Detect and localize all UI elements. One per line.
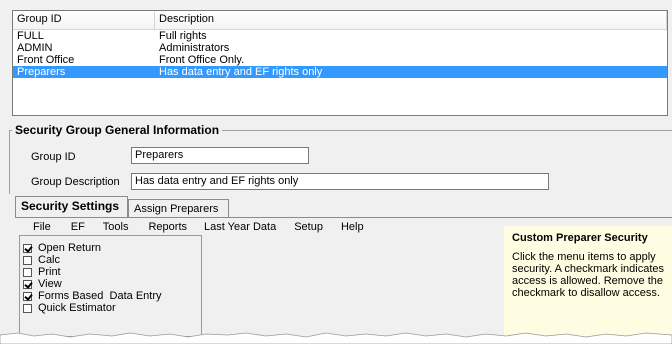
- row-description: Front Office Only.: [159, 54, 245, 66]
- help-text: Click the menu items to apply security. …: [512, 251, 665, 299]
- checkbox-checked-icon[interactable]: [23, 279, 32, 289]
- check-label: Quick Estimator: [38, 302, 116, 314]
- column-header-group-id[interactable]: Group ID: [13, 11, 155, 29]
- security-menu-bar: File EF Tools Reports Last Year Data Set…: [15, 220, 364, 234]
- security-group-list[interactable]: Group ID Description FULL Full rights AD…: [12, 10, 668, 116]
- row-group-id: Preparers: [17, 66, 66, 78]
- check-label: View: [38, 278, 62, 290]
- menu-item-last-year-data[interactable]: Last Year Data: [204, 220, 276, 234]
- menu-item-setup[interactable]: Setup: [294, 220, 323, 234]
- group-description-label: Group Description: [31, 176, 120, 188]
- row-group-id: FULL: [17, 30, 44, 42]
- menu-item-help[interactable]: Help: [341, 220, 364, 234]
- checkbox-checked-icon[interactable]: [23, 291, 32, 301]
- check-label: Forms Based Data Entry: [38, 290, 162, 302]
- row-group-id: ADMIN: [17, 42, 53, 54]
- list-row[interactable]: ADMIN Administrators: [13, 42, 667, 54]
- settings-tab-strip: Security Settings Assign Preparers: [15, 196, 672, 218]
- row-description: Has data entry and EF rights only: [159, 66, 323, 78]
- row-description: Administrators: [159, 42, 230, 54]
- list-header: Group ID Description: [13, 11, 667, 30]
- check-row-print[interactable]: Print: [20, 266, 201, 278]
- menu-item-reports[interactable]: Reports: [148, 220, 187, 234]
- row-description: Full rights: [159, 30, 207, 42]
- security-settings-window: Group ID Description FULL Full rights AD…: [0, 0, 672, 344]
- menu-item-tools[interactable]: Tools: [103, 220, 129, 234]
- group-id-label: Group ID: [31, 151, 76, 163]
- help-panel: Custom Preparer Security Click the menu …: [504, 226, 672, 336]
- permission-checklist: Open Return Calc Print View Forms Based …: [19, 235, 202, 337]
- help-title: Custom Preparer Security: [512, 232, 648, 244]
- group-description-field[interactable]: Has data entry and EF rights only: [131, 173, 549, 190]
- group-id-field[interactable]: Preparers: [131, 147, 309, 164]
- check-row-quick-estimator[interactable]: Quick Estimator: [20, 302, 201, 314]
- check-row-view[interactable]: View: [20, 278, 201, 290]
- check-row-open-return[interactable]: Open Return: [20, 242, 201, 254]
- list-row-selected[interactable]: Preparers Has data entry and EF rights o…: [13, 66, 667, 78]
- menu-item-ef[interactable]: EF: [71, 220, 85, 234]
- check-row-calc[interactable]: Calc: [20, 254, 201, 266]
- general-information-legend: Security Group General Information: [12, 124, 223, 137]
- checkbox-unchecked-icon[interactable]: [23, 303, 32, 313]
- column-header-description[interactable]: Description: [155, 11, 667, 29]
- menu-item-file[interactable]: File: [33, 220, 51, 234]
- checkbox-unchecked-icon[interactable]: [23, 267, 32, 277]
- check-label: Open Return: [38, 242, 101, 254]
- tab-assign-preparers[interactable]: Assign Preparers: [128, 199, 229, 217]
- torn-edge-decoration: [0, 332, 672, 344]
- check-label: Print: [38, 266, 61, 278]
- checkbox-checked-icon[interactable]: [23, 243, 32, 253]
- check-label: Calc: [38, 254, 61, 266]
- tab-security-settings[interactable]: Security Settings: [15, 196, 128, 217]
- checkbox-unchecked-icon[interactable]: [23, 255, 32, 265]
- row-group-id: Front Office: [17, 54, 75, 66]
- check-row-forms-based-data-entry[interactable]: Forms Based Data Entry: [20, 290, 201, 302]
- list-row[interactable]: FULL Full rights: [13, 30, 667, 42]
- list-row[interactable]: Front Office Front Office Only.: [13, 54, 667, 66]
